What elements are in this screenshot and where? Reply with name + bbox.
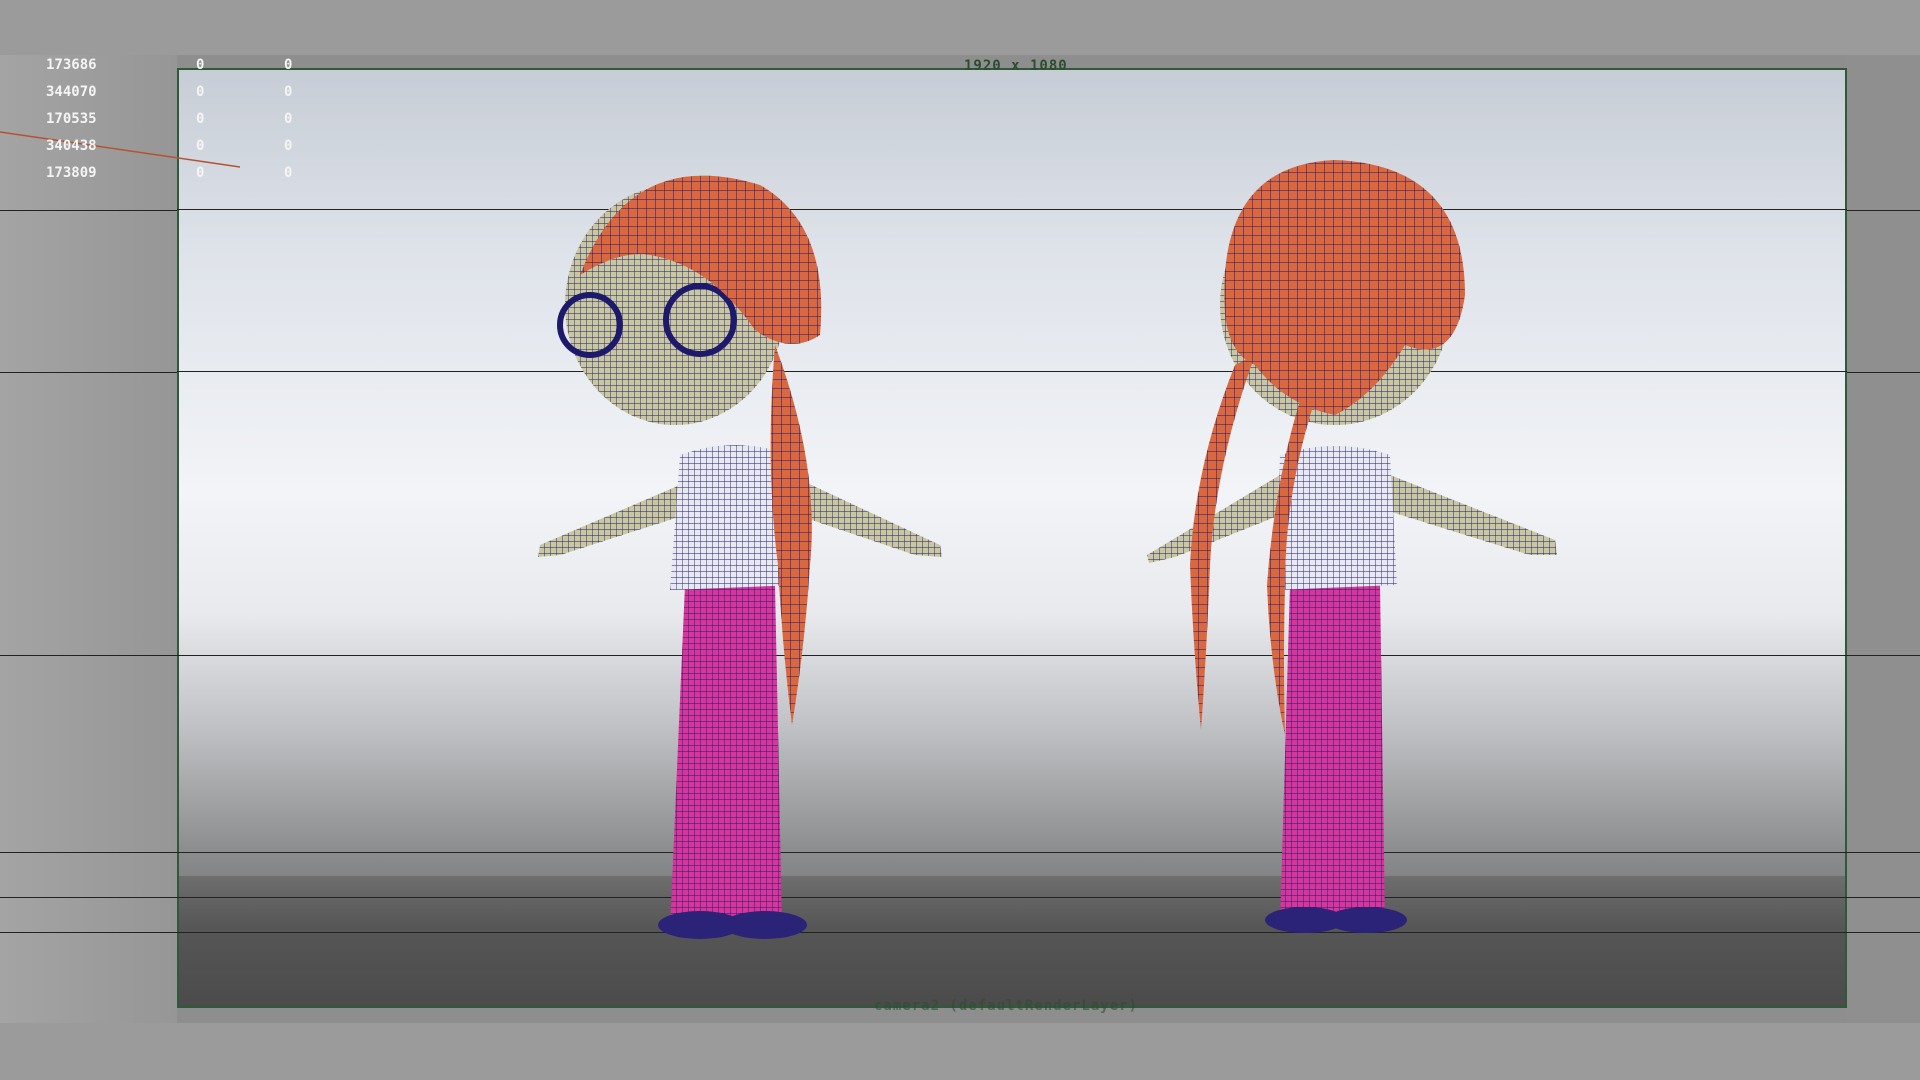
guide-line bbox=[177, 897, 1847, 898]
hud-value: 0 bbox=[196, 84, 205, 100]
hud-value: 170535 bbox=[46, 111, 97, 127]
ground-plane bbox=[179, 876, 1845, 1006]
hud-row: 173686 0 0 bbox=[30, 52, 344, 79]
hud-value: 0 bbox=[284, 165, 293, 181]
hud-value: 0 bbox=[196, 57, 205, 73]
hud-value: 0 bbox=[196, 165, 205, 181]
hud-row: 340438 0 0 bbox=[30, 133, 344, 160]
hud-value: 0 bbox=[284, 111, 293, 127]
hud-row: 344070 0 0 bbox=[30, 79, 344, 106]
viewport-left-margin bbox=[0, 55, 177, 1023]
camera-label: camera2 (defaultRenderLayer) bbox=[874, 998, 1139, 1014]
top-bar bbox=[0, 0, 1920, 55]
character-back-wireframe[interactable] bbox=[1135, 145, 1575, 955]
bottom-bar bbox=[0, 1023, 1920, 1080]
character-front-wireframe[interactable] bbox=[520, 145, 960, 955]
guide-line bbox=[177, 852, 1847, 853]
poly-count-hud: 173686 0 0 344070 0 0 170535 0 0 340438 … bbox=[30, 52, 344, 187]
hud-value: 0 bbox=[284, 84, 293, 100]
guide-line bbox=[177, 371, 1847, 372]
maya-viewport-app: 173686 0 0 344070 0 0 170535 0 0 340438 … bbox=[0, 0, 1920, 1080]
hud-value: 344070 bbox=[46, 84, 97, 100]
hud-row: 173809 0 0 bbox=[30, 160, 344, 187]
guide-line bbox=[177, 209, 1847, 210]
resolution-label: 1920 x 1080 bbox=[964, 58, 1068, 74]
hud-value: 0 bbox=[284, 57, 293, 73]
viewport-right-margin bbox=[1847, 55, 1920, 1023]
hud-value: 340438 bbox=[46, 138, 97, 154]
hud-value: 0 bbox=[196, 138, 205, 154]
guide-line bbox=[177, 655, 1847, 656]
hud-row: 170535 0 0 bbox=[30, 106, 344, 133]
guide-line bbox=[177, 932, 1847, 933]
hud-value: 173686 bbox=[46, 57, 97, 73]
hud-value: 0 bbox=[196, 111, 205, 127]
hud-value: 173809 bbox=[46, 165, 97, 181]
hud-value: 0 bbox=[284, 138, 293, 154]
